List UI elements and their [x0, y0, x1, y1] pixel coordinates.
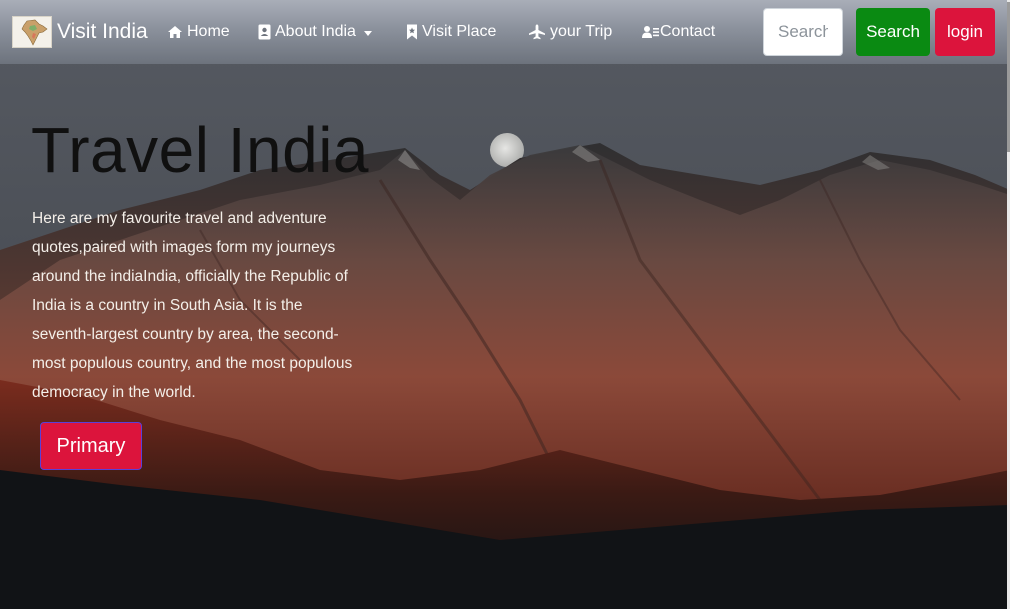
page: Visit India Home About India Visit Place	[0, 0, 1010, 609]
home-icon	[167, 25, 183, 39]
nav-home[interactable]: Home	[167, 20, 230, 44]
brand-name: Visit India	[57, 20, 148, 43]
bookmark-icon	[406, 24, 418, 40]
hero-title: Travel India	[31, 114, 369, 186]
address-card-icon	[642, 25, 659, 39]
plane-icon	[528, 24, 546, 40]
nav-about-label: About India	[275, 23, 356, 40]
nav-your-trip[interactable]: your Trip	[528, 20, 612, 44]
hero-description: Here are my favourite travel and adventu…	[32, 210, 353, 401]
brand[interactable]: Visit India	[12, 16, 148, 48]
navbar: Visit India Home About India Visit Place	[0, 0, 1007, 64]
nav-contact[interactable]: Contact	[642, 20, 715, 44]
chevron-down-icon	[363, 30, 372, 36]
search-button[interactable]: Search	[856, 8, 930, 56]
search-input[interactable]	[763, 8, 843, 56]
nav-about-dropdown[interactable]: About India	[258, 20, 372, 44]
nav-visit-place[interactable]: Visit Place	[406, 20, 496, 44]
id-card-icon	[258, 24, 271, 40]
login-button[interactable]: login	[935, 8, 995, 56]
primary-button[interactable]: Primary	[40, 422, 142, 470]
nav-your-trip-label: your Trip	[550, 23, 613, 40]
nav-visit-place-label: Visit Place	[422, 23, 497, 40]
nav-contact-label: Contact	[660, 23, 716, 40]
nav-home-label: Home	[187, 23, 230, 40]
india-map-logo	[12, 16, 52, 48]
